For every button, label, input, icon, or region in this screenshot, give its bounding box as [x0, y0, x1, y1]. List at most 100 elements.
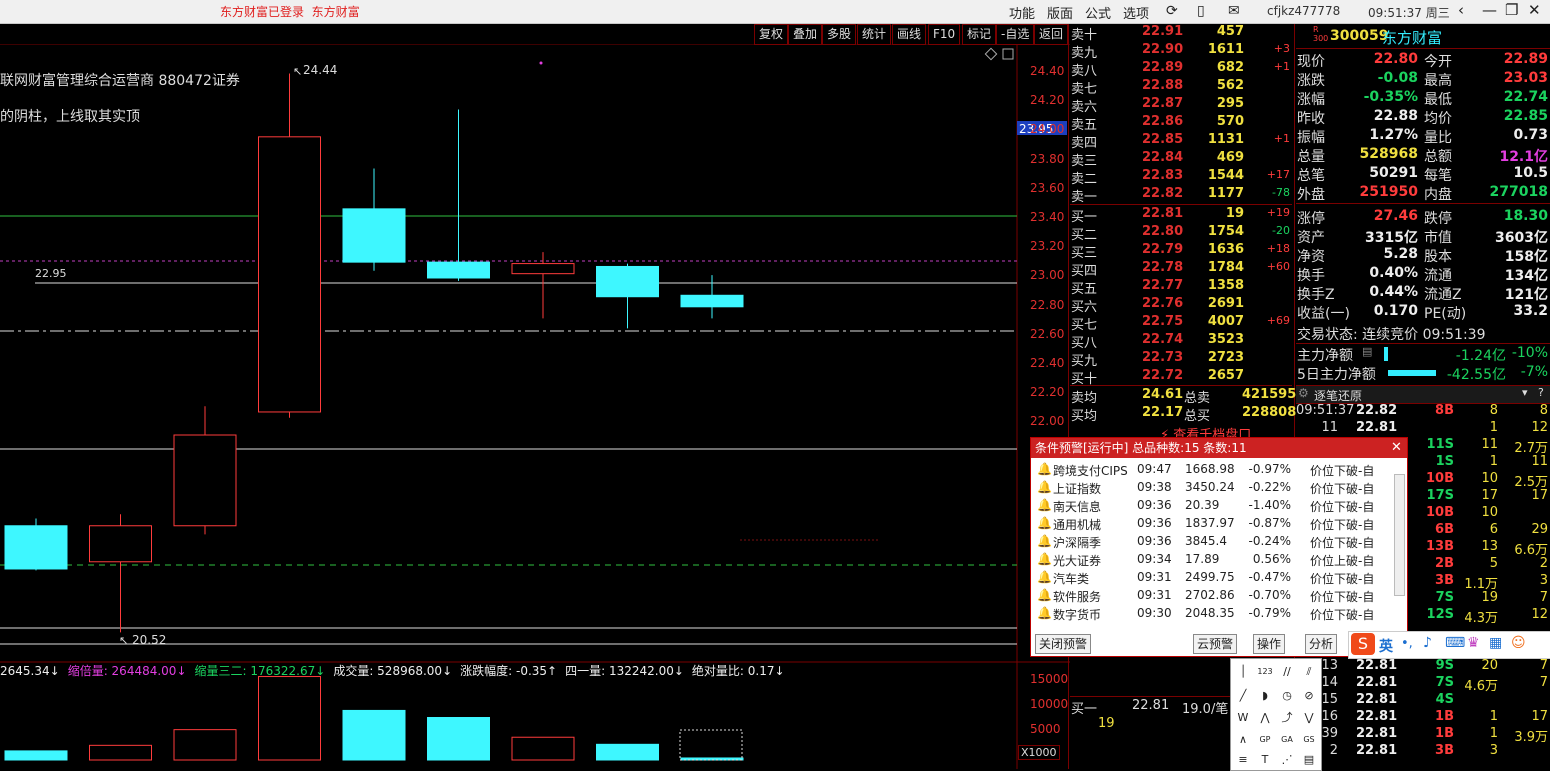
username[interactable]: cfjkz477778: [1267, 4, 1340, 18]
menu-function[interactable]: 功能: [1009, 3, 1035, 22]
kline-chart[interactable]: ↖ ↖: [0, 44, 1070, 769]
menu-formula[interactable]: 公式: [1085, 3, 1111, 22]
ask-row[interactable]: 卖九 22.90 1611 +3: [1070, 42, 1292, 61]
candle-body[interactable]: [173, 434, 237, 527]
sogou-icon[interactable]: S: [1351, 633, 1375, 655]
candle-body[interactable]: [258, 136, 321, 413]
menu-options[interactable]: 选项: [1123, 3, 1149, 22]
panel-toggle-icon[interactable]: [1002, 48, 1014, 60]
alert-row[interactable]: 🔔 南天信息 09:36 20.39 -1.40% 价位下破-自: [1035, 497, 1397, 515]
dropdown-icon[interactable]: ▾: [1522, 386, 1528, 399]
skin-icon[interactable]: ♛: [1467, 635, 1480, 651]
fan-tool-icon[interactable]: ⋰: [1279, 753, 1295, 767]
operate-button[interactable]: 操作: [1253, 634, 1286, 654]
bid-row[interactable]: 买八 22.74 3523: [1070, 332, 1292, 351]
curve-tool-icon[interactable]: ∧: [1235, 733, 1251, 747]
bid-row[interactable]: 买二 22.80 1754 -20: [1070, 224, 1292, 243]
toolbar-watchlist[interactable]: -自选: [996, 24, 1035, 45]
gear-icon[interactable]: ⚙: [1298, 386, 1309, 400]
ask-row[interactable]: 卖八 22.89 682 +1: [1070, 60, 1292, 79]
bid-row[interactable]: 买七 22.75 4007 +69: [1070, 314, 1292, 333]
ask-row[interactable]: 卖二 22.83 1544 +17: [1070, 168, 1292, 187]
ime-lang[interactable]: 英: [1379, 636, 1393, 656]
candle-body[interactable]: [4, 525, 68, 570]
text-tool-icon[interactable]: T: [1257, 753, 1273, 767]
alert-row[interactable]: 🔔 数字货币 09:30 2048.35 -0.79% 价位下破-自: [1035, 605, 1397, 623]
numbered-tool-icon[interactable]: 123: [1257, 665, 1273, 679]
alert-row[interactable]: 🔔 沪深隔季 09:36 3845.4 -0.24% 价位下破-自: [1035, 533, 1397, 551]
phone-icon[interactable]: ▯: [1197, 3, 1205, 19]
toolbar-f10[interactable]: F10: [928, 24, 961, 45]
toolbar-multi-stock[interactable]: 多股: [822, 24, 857, 45]
toolbar-mark[interactable]: 标记: [962, 24, 997, 45]
emoji-icon[interactable]: ☺: [1511, 635, 1526, 651]
menu-layout[interactable]: 版面: [1047, 3, 1073, 22]
refresh-icon[interactable]: ⟳: [1166, 3, 1178, 19]
candle-body[interactable]: [427, 261, 490, 279]
alert-row[interactable]: 🔔 汽车类 09:31 2499.75 -0.47% 价位下破-自: [1035, 569, 1397, 587]
arc-tool-icon[interactable]: ◗: [1257, 689, 1273, 703]
ga-tool-icon[interactable]: GA: [1279, 733, 1295, 747]
ask-row[interactable]: 卖五 22.86 570: [1070, 114, 1292, 133]
circle-cross-tool-icon[interactable]: ⊘: [1301, 689, 1317, 703]
gs-tool-icon[interactable]: GS: [1301, 733, 1317, 747]
trend-tool-icon[interactable]: ⤴: [1279, 711, 1295, 725]
alert-row[interactable]: 🔔 光大证券 09:34 17.89 0.56% 价位上破-自: [1035, 551, 1397, 569]
stock-name[interactable]: 东方财富: [1382, 27, 1442, 48]
drawing-tools-panel[interactable]: │ 123 ∕∕ ⫽ ╱ ◗ ◷ ⊘ W ⋀ ⤴ ⋁ ∧ GP GA GS ≡ …: [1230, 658, 1322, 771]
grid-tool-icon[interactable]: ▤: [1301, 753, 1317, 767]
wave-tool-icon[interactable]: W: [1235, 711, 1251, 725]
fibo-tool-icon[interactable]: ≡: [1235, 753, 1251, 767]
ime-toolbar[interactable]: S 英 •, ♪ ⌨ ♛ ▦ ☺: [1348, 631, 1550, 659]
restore-icon[interactable]: ❐: [1505, 1, 1518, 19]
alert-row[interactable]: 🔔 软件服务 09:31 2702.86 -0.70% 价位下破-自: [1035, 587, 1397, 605]
toolbar-return[interactable]: 返回: [1034, 24, 1069, 45]
bid-row[interactable]: 买六 22.76 2691: [1070, 296, 1292, 315]
ask-row[interactable]: 卖一 22.82 1177 -78: [1070, 186, 1292, 205]
toolbar-draw-line[interactable]: 画线: [892, 24, 927, 45]
candle-body[interactable]: [342, 208, 406, 263]
condition-alert-panel[interactable]: 条件预警[运行中] 总品种数:15 条数:11 ✕ 🔔 跨境支付CIPS 09:47…: [1030, 437, 1408, 657]
ask-row[interactable]: 卖十 22.91 457: [1070, 24, 1292, 43]
parallel-line-tool-icon[interactable]: ∕∕: [1279, 665, 1295, 679]
cloud-alert-button[interactable]: 云预警: [1193, 634, 1238, 654]
minimize-icon[interactable]: —: [1482, 1, 1497, 19]
punct-icon[interactable]: •,: [1401, 636, 1413, 651]
bid-row[interactable]: 买十 22.72 2657: [1070, 368, 1292, 387]
alert-row[interactable]: 🔔 跨境支付CIPS 09:47 1668.98 -0.97% 价位下破-自: [1035, 461, 1397, 479]
candle-body[interactable]: [511, 263, 575, 275]
diamond-icon[interactable]: [984, 47, 998, 61]
keyboard-icon[interactable]: ⌨: [1445, 635, 1465, 651]
vertical-line-tool-icon[interactable]: │: [1235, 665, 1251, 679]
mail-icon[interactable]: ✉: [1228, 3, 1240, 19]
bid-row[interactable]: 买四 22.78 1784 +60: [1070, 260, 1292, 279]
bid-row[interactable]: 买九 22.73 2723: [1070, 350, 1292, 369]
ask-row[interactable]: 卖七 22.88 562: [1070, 78, 1292, 97]
gp-tool-icon[interactable]: GP: [1257, 733, 1273, 747]
alert-row[interactable]: 🔔 上证指数 09:38 3450.24 -0.22% 价位下破-自: [1035, 479, 1397, 497]
bid-row[interactable]: 买五 22.77 1358: [1070, 278, 1292, 297]
ask-row[interactable]: 卖六 22.87 295: [1070, 96, 1292, 115]
toolbox-icon[interactable]: ▦: [1489, 635, 1502, 651]
close-alert-button[interactable]: 关闭预警: [1035, 634, 1092, 654]
candle-body[interactable]: [680, 294, 744, 308]
peak-tool-icon[interactable]: ⋀: [1257, 711, 1273, 725]
ask-row[interactable]: 卖三 22.84 469: [1070, 150, 1292, 169]
mic-icon[interactable]: ♪: [1423, 635, 1432, 651]
bid-row[interactable]: 买三 22.79 1636 +18: [1070, 242, 1292, 261]
cycle-tool-icon[interactable]: ◷: [1279, 689, 1295, 703]
toolbar-stats[interactable]: 统计: [857, 24, 892, 45]
toolbar-restore-rights[interactable]: 复权: [754, 24, 789, 45]
zigzag-tool-icon[interactable]: ⋁: [1301, 711, 1317, 725]
bid-row[interactable]: 买一 22.81 19 +19: [1070, 206, 1292, 225]
help-icon[interactable]: ?: [1538, 386, 1544, 399]
alert-row[interactable]: 🔔 通用机械 09:36 1837.97 -0.87% 价位下破-自: [1035, 515, 1397, 533]
ask-row[interactable]: 卖四 22.85 1131 +1: [1070, 132, 1292, 151]
close-icon[interactable]: ✕: [1391, 438, 1402, 458]
back-icon[interactable]: ‹: [1458, 1, 1464, 19]
candle-body[interactable]: [596, 265, 659, 298]
alert-scrollbar[interactable]: [1394, 474, 1405, 596]
channel-tool-icon[interactable]: ⫽: [1301, 665, 1317, 679]
close-icon[interactable]: ✕: [1528, 1, 1541, 19]
candle-body[interactable]: [89, 525, 152, 563]
